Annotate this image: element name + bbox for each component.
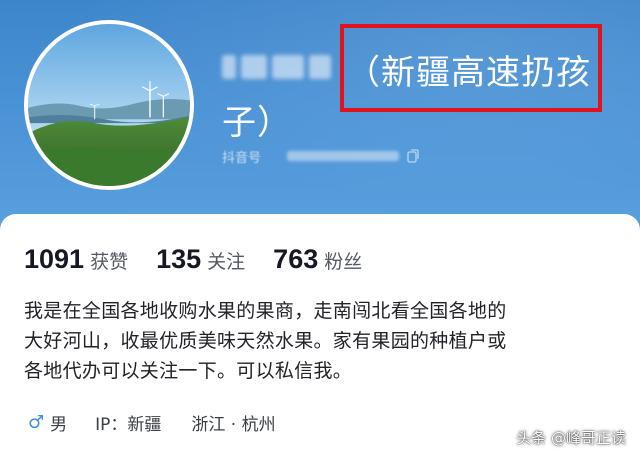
avatar[interactable] (24, 20, 194, 190)
followers-count: 763 (273, 244, 319, 274)
copy-icon[interactable] (407, 149, 419, 163)
douyin-id-row: 抖音号 (222, 146, 419, 166)
likes-count: 1091 (24, 244, 85, 274)
red-highlight-box (340, 24, 602, 112)
city-location: 浙江 · 杭州 (191, 415, 276, 435)
stat-following[interactable]: 135 关注 (156, 244, 245, 275)
bio-line-3: 各地代办可以关注一下。可以私信我。 (24, 360, 353, 382)
douyin-id-obscured (287, 151, 400, 161)
douyin-id-label: 抖音号 (222, 150, 262, 166)
stat-followers[interactable]: 763 粉丝 (273, 244, 362, 275)
following-count: 135 (156, 244, 202, 274)
gender-label: 男 (50, 415, 68, 435)
ip-location: IP：新疆 (95, 415, 162, 435)
followers-label: 粉丝 (324, 251, 363, 273)
username-line-2: 子） (222, 103, 292, 143)
following-label: 关注 (207, 251, 246, 273)
profile-info-card: 1091 获赞 135 关注 763 粉丝 我是在全国各地收购水果的果商，走南闯… (0, 214, 640, 456)
stats-row: 1091 获赞 135 关注 763 粉丝 (24, 244, 390, 275)
male-icon: ♂ (28, 412, 45, 433)
bio-line-1: 我是在全国各地收购水果的果商，走南闯北看全国各地的 (24, 300, 507, 322)
bio-text: 我是在全国各地收购水果的果商，走南闯北看全国各地的 大好河山，收最优质美味天然水… (24, 296, 624, 386)
profile-meta-row: ♂ 男 IP：新疆 浙江 · 杭州 (28, 410, 304, 435)
avatar-landscape-image (28, 24, 190, 186)
likes-label: 获赞 (90, 251, 129, 273)
source-watermark: 头条 @峰哥正读 (516, 429, 626, 447)
stat-likes[interactable]: 1091 获赞 (24, 244, 128, 275)
bio-line-2: 大好河山，收最优质美味天然水果。家有果园的种植户或 (24, 330, 507, 352)
